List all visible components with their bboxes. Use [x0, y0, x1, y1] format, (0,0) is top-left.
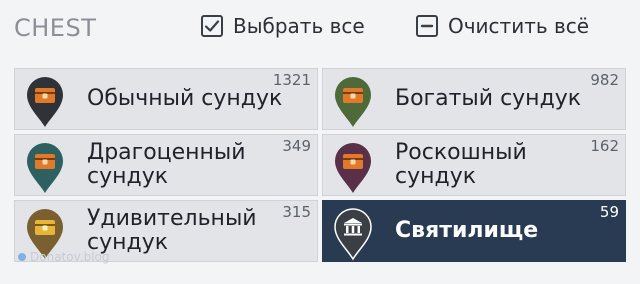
chest-filter-grid: Обычный сундук 1321 Богатый сундук 982 Д… [14, 68, 626, 264]
chest-icon [335, 143, 371, 193]
filter-card-count: 982 [590, 71, 619, 89]
chest-icon [27, 77, 63, 127]
filter-card-label: Обычный сундук [87, 86, 283, 111]
chest-icon [27, 143, 63, 193]
watermark-text: Donatov.blog [30, 250, 110, 264]
checkbox-checked-icon [201, 15, 223, 37]
filter-card-shrine[interactable]: Святилище 59 [322, 200, 626, 262]
filter-card-ordinary-chest[interactable]: Обычный сундук 1321 [14, 68, 318, 130]
filter-card-label: Драгоценный сундук [87, 140, 246, 189]
filter-card-label: Роскошный сундук [395, 140, 527, 189]
clear-all-button[interactable]: Очистить всё [416, 14, 589, 38]
section-title: CHEST [14, 14, 97, 42]
watermark: Donatov.blog [18, 250, 109, 264]
chest-icon [335, 77, 371, 127]
shrine-icon [334, 208, 372, 261]
filter-card-count: 1321 [272, 71, 311, 89]
filter-card-luxurious-chest[interactable]: Роскошный сундук 162 [322, 134, 626, 196]
filter-card-precious-chest[interactable]: Драгоценный сундук 349 [14, 134, 318, 196]
select-all-label: Выбрать все [233, 14, 365, 38]
filter-card-label: Удивительный сундук [87, 206, 257, 255]
watermark-dot-icon [18, 253, 26, 261]
clear-all-label: Очистить всё [448, 14, 590, 38]
filter-card-count: 162 [590, 137, 619, 155]
filter-card-rich-chest[interactable]: Богатый сундук 982 [322, 68, 626, 130]
filter-card-count: 349 [282, 137, 311, 155]
header: CHEST Выбрать все Очистить всё [0, 0, 640, 60]
filter-card-count: 59 [599, 203, 619, 221]
select-all-button[interactable]: Выбрать все [201, 14, 365, 38]
filter-card-label: Богатый сундук [395, 86, 582, 111]
checkbox-minus-icon [416, 15, 438, 37]
filter-card-label: Святилище [395, 218, 539, 243]
filter-card-count: 315 [282, 203, 311, 221]
